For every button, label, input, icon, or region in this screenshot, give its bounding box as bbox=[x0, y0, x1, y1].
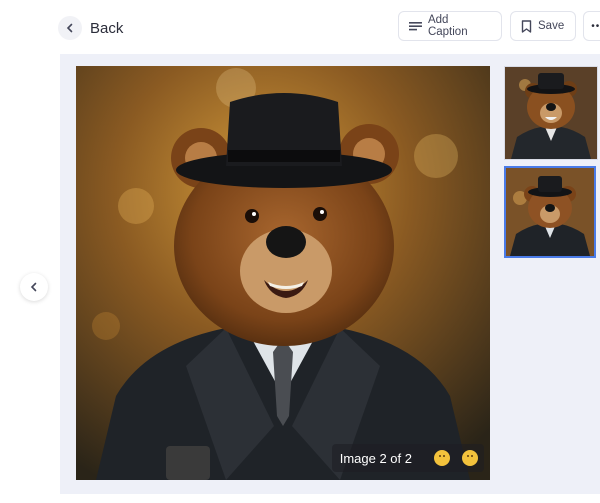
main-image: Image 2 of 2 bbox=[76, 66, 490, 480]
emoji-reaction-icon[interactable] bbox=[434, 450, 450, 466]
bookmark-icon bbox=[521, 19, 532, 33]
image-caption-bar: Image 2 of 2 bbox=[331, 444, 484, 472]
image-counter: Image 2 of 2 bbox=[339, 450, 412, 466]
chevron-left-icon bbox=[58, 16, 82, 40]
previous-image-button[interactable] bbox=[20, 273, 48, 301]
more-button[interactable]: ••• bbox=[583, 11, 600, 41]
chevron-left-icon bbox=[30, 282, 37, 292]
add-caption-label: Add Caption bbox=[427, 14, 468, 38]
thumbnail-1[interactable] bbox=[504, 66, 598, 160]
back-button[interactable]: Back bbox=[58, 16, 123, 40]
caption-lines-icon bbox=[409, 22, 422, 31]
toolbar: Back Add Caption Save ••• bbox=[0, 0, 600, 54]
more-dots-icon: ••• bbox=[591, 20, 600, 32]
add-caption-button[interactable]: Add Caption bbox=[398, 11, 502, 41]
emoji-reaction-icon[interactable] bbox=[462, 450, 478, 466]
save-label: Save bbox=[538, 20, 565, 32]
save-button[interactable]: Save bbox=[510, 11, 576, 41]
thumbnail-2-selected[interactable] bbox=[504, 166, 596, 258]
back-label: Back bbox=[90, 19, 124, 37]
